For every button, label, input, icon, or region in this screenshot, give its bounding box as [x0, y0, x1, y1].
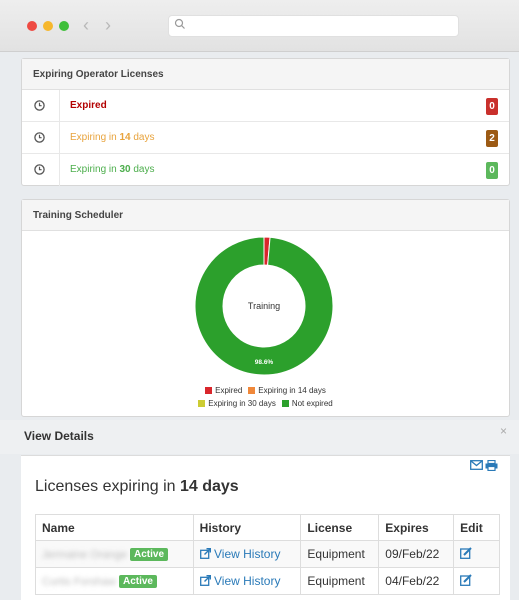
column-header: License — [300, 514, 380, 541]
print-icon[interactable] — [485, 460, 498, 471]
legend-item[interactable]: Expiring in 30 days — [198, 399, 276, 408]
legend-item[interactable]: Expired — [205, 386, 242, 395]
chart-legend: Expired Expiring in 14 days — [22, 386, 509, 395]
status-badge: Active — [118, 575, 157, 589]
view-details-header: View Details × — [0, 420, 519, 454]
person-name: Jermaine Orange — [42, 548, 127, 561]
column-header: Name — [35, 514, 194, 541]
expires-cell: 04/Feb/22 — [378, 567, 455, 595]
status-label: Expiring in 30 days — [70, 164, 155, 175]
forward-arrow-icon[interactable]: › — [105, 15, 111, 35]
status-label: Expiring in 14 days — [70, 132, 155, 143]
address-input[interactable] — [191, 18, 453, 34]
view-details-modal: Licenses expiring in 14 days Name History… — [21, 455, 510, 600]
clock-icon — [34, 100, 45, 111]
table-row: Curtis Forshaw Active View History Equipme… — [35, 567, 500, 595]
external-link-icon — [199, 548, 211, 559]
status-count-badge: 2 — [486, 130, 498, 147]
column-header: Edit — [453, 514, 500, 541]
view-details-title: View Details — [24, 429, 94, 443]
panel-title: Training Scheduler — [22, 200, 509, 231]
history-cell: View History — [192, 567, 302, 595]
back-arrow-icon[interactable]: ‹ — [83, 15, 89, 35]
row-divider — [59, 154, 60, 186]
expiring-licenses-panel: Expiring Operator Licenses Expired 0 Expir… — [21, 58, 510, 186]
expires-cell: 09/Feb/22 — [378, 540, 455, 568]
edit-icon[interactable] — [460, 547, 472, 559]
close-window-button[interactable] — [27, 21, 37, 31]
license-status-row[interactable]: Expired 0 — [22, 90, 509, 122]
legend-item[interactable]: Expiring in 14 days — [248, 386, 326, 395]
clock-icon — [34, 132, 45, 143]
close-icon[interactable]: × — [500, 424, 507, 438]
name-cell: Jermaine Orange Active — [35, 540, 194, 568]
status-badge: Active — [130, 548, 169, 562]
table-row: Jermaine Orange Active View History Equipm… — [35, 540, 500, 568]
legend-label: Expiring in 30 days — [208, 399, 276, 408]
maximize-window-button[interactable] — [59, 21, 69, 31]
license-status-row[interactable]: Expiring in 30 days 0 — [22, 154, 509, 186]
panel-title: Expiring Operator Licenses — [22, 59, 509, 90]
address-bar[interactable] — [168, 15, 459, 37]
search-icon — [174, 18, 185, 29]
browser-titlebar: ‹ › — [0, 0, 519, 52]
edit-cell — [453, 540, 500, 568]
licenses-table: Name History License Expires Edit Jermaine O… — [35, 514, 500, 595]
donut-center-label: Training — [248, 301, 280, 311]
legend-swatch — [205, 387, 213, 394]
column-header: Expires — [378, 514, 455, 541]
training-scheduler-panel: Training Scheduler 98.6% Training Expired… — [21, 199, 510, 417]
name-cell: Curtis Forshaw Active — [35, 567, 194, 595]
row-divider — [59, 122, 60, 153]
row-divider — [59, 90, 60, 121]
view-history-link[interactable]: View History — [199, 574, 280, 588]
clock-icon — [34, 164, 45, 175]
external-link-icon — [199, 575, 211, 586]
chart-legend: Expiring in 30 days Not expired — [22, 399, 509, 408]
legend-item[interactable]: Not expired — [281, 399, 333, 408]
modal-heading: Licenses expiring in 14 days — [35, 478, 239, 495]
license-cell: Equipment — [300, 540, 380, 568]
status-label: Expired — [70, 100, 107, 111]
history-cell: View History — [192, 540, 302, 568]
edit-icon[interactable] — [460, 574, 472, 586]
license-status-row[interactable]: Expiring in 14 days 2 — [22, 122, 509, 154]
person-name: Curtis Forshaw — [42, 575, 116, 588]
mail-icon[interactable] — [470, 460, 483, 470]
legend-label: Expired — [215, 386, 243, 395]
status-count-badge: 0 — [486, 162, 498, 179]
legend-swatch — [198, 400, 206, 407]
legend-label: Expiring in 14 days — [258, 386, 326, 395]
edit-cell — [453, 567, 500, 595]
legend-label: Not expired — [291, 399, 333, 408]
slice-data-label: 98.6% — [255, 359, 274, 366]
legend-swatch — [281, 400, 289, 407]
legend-swatch — [248, 387, 256, 394]
view-history-link[interactable]: View History — [199, 547, 280, 561]
license-cell: Equipment — [300, 567, 380, 595]
training-donut-chart: 98.6% Training — [194, 236, 334, 381]
column-header: History — [192, 514, 302, 541]
status-count-badge: 0 — [486, 98, 498, 115]
minimize-window-button[interactable] — [43, 21, 53, 31]
